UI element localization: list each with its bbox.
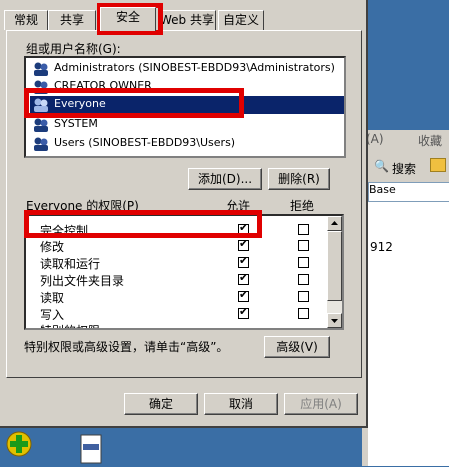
permissions-label: Everyone 的权限(P) [26,199,139,213]
user-list-item[interactable]: CREATOR OWNER [30,78,344,96]
permissions-scrollbar[interactable] [327,216,342,328]
deny-checkbox[interactable] [298,240,309,251]
permissions-list: 完全控制 修改 读取和运行 列出文件夹目录 读取 写入 [24,214,344,330]
allow-checkbox[interactable] [238,305,249,319]
user-list-item-selected[interactable]: Everyone [30,96,344,114]
user-name: SYSTEM [54,117,98,130]
allow-checkbox[interactable] [238,221,249,235]
search-icon: 🔍 [374,159,389,173]
users-list[interactable]: Administrators (SINOBEST-EBDD93\Administ… [24,56,346,158]
ok-button[interactable]: 确定 [124,393,198,415]
permission-name: 完全控制 [40,224,89,238]
remove-button[interactable]: 删除(R) [268,168,330,190]
tab-security[interactable]: 安全 [100,7,156,31]
user-list-item[interactable]: Administrators (SINOBEST-EBDD93\Administ… [30,60,344,78]
deny-header: 拒绝 [290,199,315,213]
address-bar[interactable]: Base [368,182,449,202]
user-group-icon [32,136,50,152]
permission-row: 完全控制 [40,221,340,239]
deny-checkbox[interactable] [298,308,309,319]
user-name: CREATOR OWNER [54,79,152,92]
apply-button[interactable]: 应用(A) [284,393,358,415]
desktop-file-icon[interactable] [80,434,102,464]
user-group-icon [32,117,50,133]
background-content: 912 [368,202,449,466]
user-name: Users (SINOBEST-EBDD93\Users) [54,136,236,149]
background-toolbar: 🔍 搜索 [362,156,449,180]
allow-checkbox[interactable] [238,254,249,268]
group-label: 组或用户名称(G): [26,42,121,56]
background-text: 912 [370,240,393,254]
desktop-app-icon[interactable] [4,430,34,464]
deny-checkbox[interactable] [298,291,309,302]
user-list-item[interactable]: Users (SINOBEST-EBDD93\Users) [30,135,344,153]
background-explorer-window: (A) 收藏 🔍 搜索 Base 912 [362,130,449,466]
permission-name: 特别的权限 [40,322,100,328]
advanced-button[interactable]: 高级(V) [264,336,330,358]
tab-general[interactable]: 常规 [4,10,48,30]
permission-name: 列出文件夹目录 [40,274,125,288]
tab-web-sharing[interactable]: Web 共享 [158,10,216,30]
permission-name: 写入 [40,308,65,322]
scroll-thumb[interactable] [327,231,342,301]
scroll-down-arrow-icon[interactable] [327,313,342,328]
advanced-hint: 特别权限或高级设置，请单击“高级”。 [24,340,229,354]
allow-checkbox[interactable] [238,288,249,302]
permission-name: 读取和运行 [40,257,101,271]
user-list-item[interactable]: SYSTEM [30,116,344,134]
deny-checkbox[interactable] [298,224,309,235]
background-menu-bar: (A) 收藏 [362,130,449,148]
cancel-button[interactable]: 取消 [204,393,278,415]
permission-name: 修改 [40,240,65,254]
user-group-icon [32,61,50,77]
background-menu-item[interactable]: (A) [366,132,384,146]
tab-sharing[interactable]: 共享 [48,10,96,30]
permission-row: 读取 [40,288,340,306]
background-menu-item[interactable]: 收藏 [418,132,442,149]
deny-checkbox[interactable] [298,274,309,285]
permission-row: 列出文件夹目录 [40,271,340,289]
add-button[interactable]: 添加(D)... [188,168,262,190]
allow-checkbox[interactable] [238,271,249,285]
permission-name: 读取 [40,291,65,305]
permission-row: 特别的权限 [40,322,340,328]
search-button[interactable]: 搜索 [392,160,416,177]
permission-row: 修改 [40,237,340,255]
user-group-icon [32,79,50,95]
user-name: Everyone [54,97,106,110]
user-group-icon [32,97,50,113]
tab-customize[interactable]: 自定义 [218,10,264,30]
user-name: Administrators (SINOBEST-EBDD93\Administ… [54,61,335,74]
permission-row: 读取和运行 [40,254,340,272]
deny-checkbox[interactable] [298,257,309,268]
allow-checkbox[interactable] [238,237,249,251]
scroll-up-arrow-icon[interactable] [327,216,342,231]
properties-dialog: 常规 共享 安全 Web 共享 自定义 组或用户名称(G): Administr… [0,0,368,428]
folder-icon[interactable] [430,158,446,172]
permission-row: 写入 [40,305,340,323]
allow-header: 允许 [226,199,251,213]
